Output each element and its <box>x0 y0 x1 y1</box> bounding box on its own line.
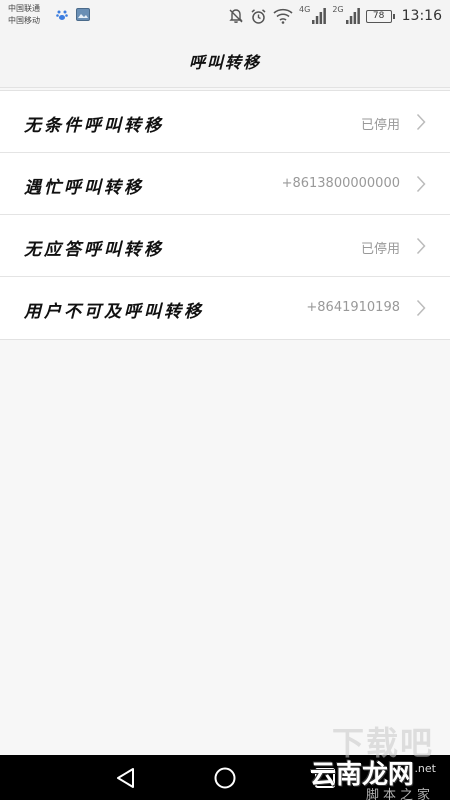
setting-label: 用户不可及呼叫转移 <box>24 302 204 322</box>
setting-label: 遇忙呼叫转移 <box>24 178 144 198</box>
chevron-right-icon <box>416 299 426 317</box>
title-bar: 呼叫转移 <box>0 32 450 88</box>
signal-icon-2 <box>345 8 360 24</box>
call-forwarding-list: 无条件呼叫转移 已停用 遇忙呼叫转移 +8613800000000 无应答呼叫转… <box>0 90 450 340</box>
carrier-name-1: 中国联通 <box>8 4 40 13</box>
recent-apps-icon[interactable] <box>312 765 338 791</box>
mute-icon <box>229 9 243 23</box>
network-label-2: 2G <box>332 5 344 14</box>
carrier-info: 中国联通 中国移动 <box>8 3 40 27</box>
setting-value: +8613800000000 <box>281 176 400 191</box>
alarm-icon <box>251 8 266 24</box>
setting-label: 无条件呼叫转移 <box>24 116 164 136</box>
status-bar: 中国联通 中国移动 4G 2G 78 13:16 <box>0 0 450 32</box>
status-time: 13:16 <box>401 8 442 24</box>
setting-unconditional-forwarding[interactable]: 无条件呼叫转移 已停用 <box>0 91 450 153</box>
setting-busy-forwarding[interactable]: 遇忙呼叫转移 +8613800000000 <box>0 153 450 215</box>
signal-icon-1 <box>312 8 327 24</box>
setting-value: 已停用 <box>360 242 400 257</box>
setting-unreachable-forwarding[interactable]: 用户不可及呼叫转移 +8641910198 <box>0 277 450 339</box>
carrier-name-2: 中国移动 <box>8 16 40 25</box>
back-icon[interactable] <box>113 765 139 791</box>
gallery-icon <box>76 8 90 21</box>
chevron-right-icon <box>416 113 426 131</box>
network-label-1: 4G <box>299 5 311 14</box>
navigation-bar <box>0 755 450 800</box>
status-icons: 4G 2G 78 13:16 <box>228 4 442 28</box>
setting-label: 无应答呼叫转移 <box>24 240 164 260</box>
page-title: 呼叫转移 <box>188 53 261 72</box>
battery-level: 78 <box>372 10 385 21</box>
setting-no-answer-forwarding[interactable]: 无应答呼叫转移 已停用 <box>0 215 450 277</box>
battery-icon: 78 <box>365 9 395 23</box>
paw-icon <box>56 10 68 20</box>
setting-value: +8641910198 <box>306 300 400 315</box>
wifi-icon <box>273 8 293 24</box>
screen: 中国联通 中国移动 4G 2G 78 13:16 呼叫转移 无条件呼叫转移 已停… <box>0 0 450 800</box>
home-icon[interactable] <box>212 765 238 791</box>
chevron-right-icon <box>416 237 426 255</box>
setting-value: 已停用 <box>360 118 400 133</box>
chevron-right-icon <box>416 175 426 193</box>
